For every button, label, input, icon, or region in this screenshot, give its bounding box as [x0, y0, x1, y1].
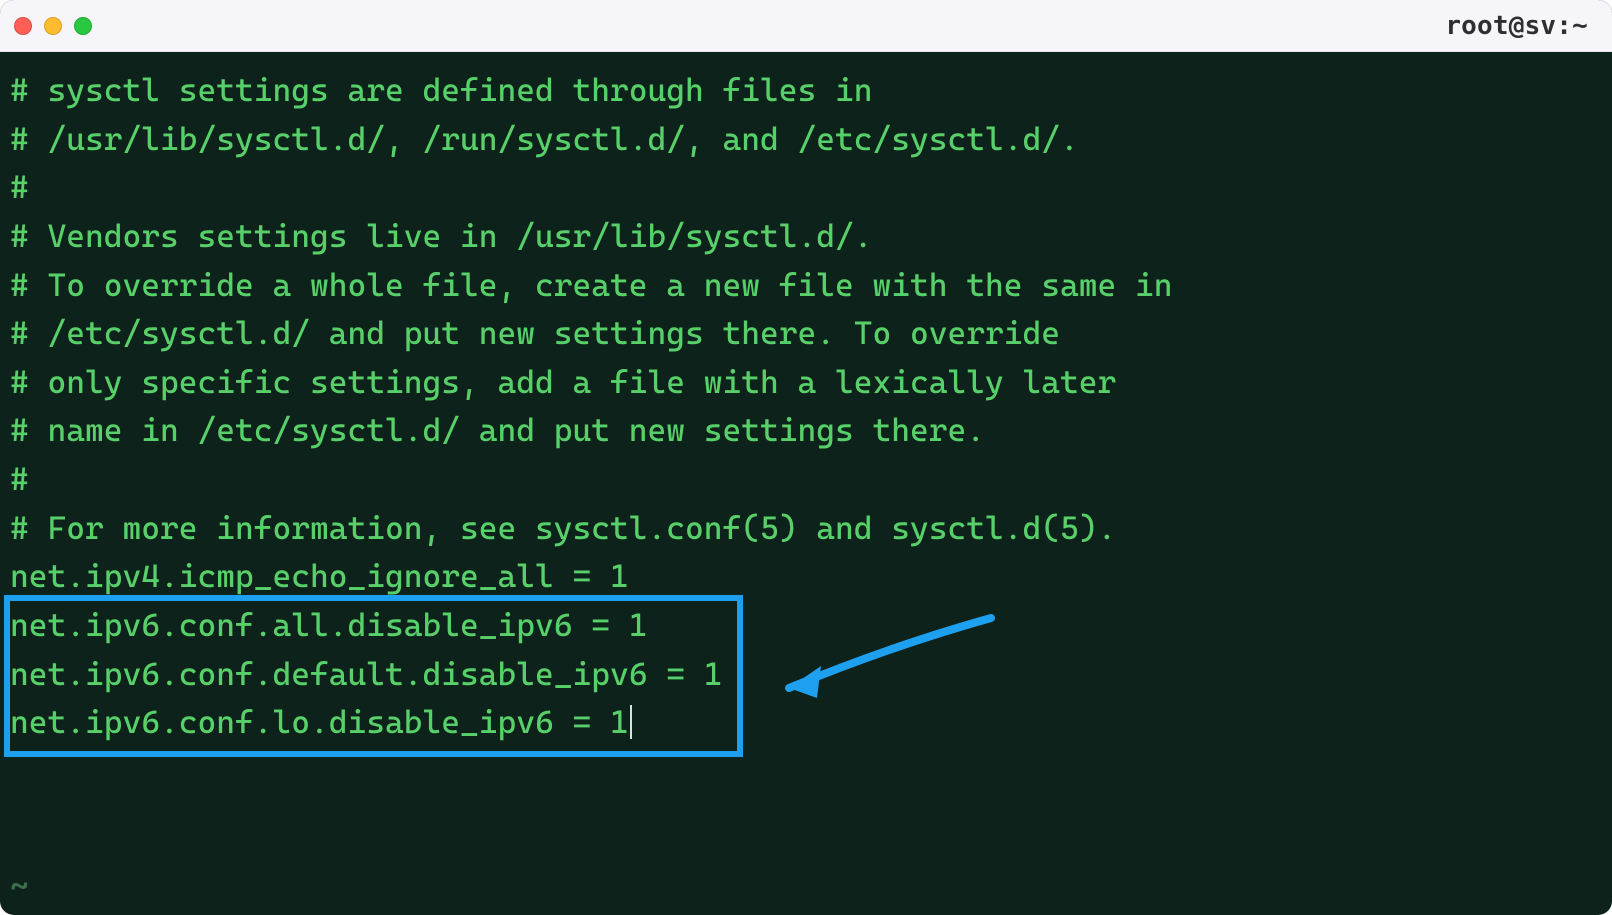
window-title: root@sv:~: [1445, 11, 1598, 41]
text-cursor: [630, 705, 632, 739]
terminal-line: # /usr/lib/sysctl.d/, /run/sysctl.d/, an…: [10, 115, 1602, 164]
terminal-line: # /etc/sysctl.d/ and put new settings th…: [10, 309, 1602, 358]
terminal-line: net.ipv6.conf.all.disable_ipv6 = 1: [10, 601, 1602, 650]
close-icon[interactable]: [14, 17, 32, 35]
window-titlebar[interactable]: root@sv:~: [0, 0, 1612, 52]
terminal-viewport[interactable]: # sysctl settings are defined through fi…: [0, 52, 1612, 915]
terminal-line: # name in /etc/sysctl.d/ and put new set…: [10, 406, 1602, 455]
terminal-line: # only specific settings, add a file wit…: [10, 358, 1602, 407]
terminal-line: net.ipv6.conf.lo.disable_ipv6 = 1: [10, 698, 1602, 747]
minimize-icon[interactable]: [44, 17, 62, 35]
terminal-line: #: [10, 163, 1602, 212]
terminal-window: root@sv:~ # sysctl settings are defined …: [0, 0, 1612, 915]
terminal-line: # sysctl settings are defined through fi…: [10, 66, 1602, 115]
vim-empty-line-tilde: ~: [10, 862, 29, 911]
terminal-line: # To override a whole file, create a new…: [10, 261, 1602, 310]
terminal-line: # Vendors settings live in /usr/lib/sysc…: [10, 212, 1602, 261]
terminal-line: # For more information, see sysctl.conf(…: [10, 504, 1602, 553]
terminal-line: net.ipv6.conf.default.disable_ipv6 = 1: [10, 650, 1602, 699]
traffic-lights: [14, 17, 92, 35]
terminal-line: #: [10, 455, 1602, 504]
zoom-icon[interactable]: [74, 17, 92, 35]
terminal-line: net.ipv4.icmp_echo_ignore_all = 1: [10, 552, 1602, 601]
